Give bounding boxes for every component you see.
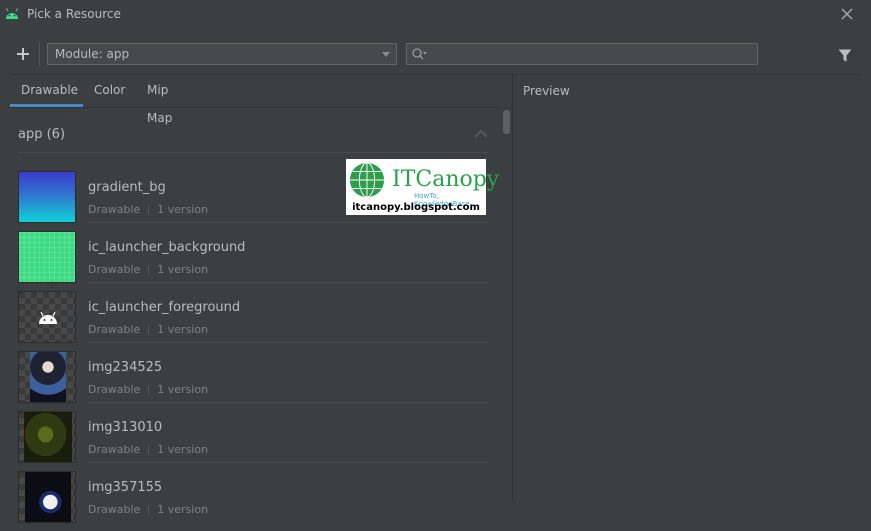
resource-versions: 1 version [157, 383, 209, 396]
resource-type: Drawable [88, 323, 141, 336]
gradient-thumbnail [18, 171, 76, 223]
image-thumbnail [18, 471, 76, 523]
item-divider [88, 462, 488, 463]
panel-splitter[interactable] [512, 75, 513, 501]
tab-drawable[interactable]: Drawable [21, 76, 78, 106]
resource-name: img357155 [88, 480, 163, 495]
preview-label: Preview [523, 84, 570, 98]
resource-type: Drawable [88, 263, 141, 276]
resource-name: ic_launcher_foreground [88, 300, 241, 315]
toolbar-divider [39, 42, 40, 66]
resource-versions: 1 version [157, 323, 209, 336]
list-item[interactable]: img313010 Drawable 1 version [18, 411, 488, 471]
search-icon[interactable] [411, 47, 427, 61]
module-dropdown[interactable]: Module: app [47, 43, 397, 65]
list-item[interactable]: img357155 Drawable 1 version [18, 471, 488, 531]
list-scrollbar[interactable] [503, 110, 510, 134]
watermark-brand: ITCanopy [392, 167, 500, 192]
resource-name: img234525 [88, 360, 163, 375]
resource-versions: 1 version [157, 263, 209, 276]
add-resource-button[interactable] [14, 45, 32, 63]
list-item[interactable]: ic_launcher_background Drawable 1 version [18, 231, 488, 291]
resource-type: Drawable [88, 443, 141, 456]
android-logo-icon [6, 8, 18, 19]
resource-name: gradient_bg [88, 180, 166, 195]
resource-meta: Drawable 1 version [88, 383, 208, 396]
tab-color[interactable]: Color [94, 76, 125, 106]
item-divider [88, 282, 488, 283]
watermark-url: itcanopy.blogspot.com [352, 202, 480, 213]
dragon-image [24, 412, 72, 462]
resource-meta: Drawable 1 version [88, 443, 208, 456]
resource-type: Drawable [88, 503, 141, 516]
item-divider [88, 402, 488, 403]
filter-icon[interactable] [838, 49, 852, 62]
resource-versions: 1 version [157, 503, 209, 516]
toolbar-bottom-divider [10, 74, 861, 75]
group-header-divider [18, 152, 488, 153]
resource-versions: 1 version [157, 443, 209, 456]
chevron-down-icon [382, 52, 390, 57]
close-icon[interactable] [839, 6, 855, 22]
resource-type: Drawable [88, 383, 141, 396]
anime-character-image [30, 352, 66, 402]
resource-meta: Drawable 1 version [88, 203, 208, 216]
resource-name: img313010 [88, 420, 163, 435]
item-divider [88, 222, 488, 223]
toolbar: Module: app [0, 38, 871, 72]
search-input[interactable] [406, 43, 758, 65]
resource-meta: Drawable 1 version [88, 323, 208, 336]
launcher-foreground-thumbnail [18, 291, 76, 343]
list-item[interactable]: img234525 Drawable 1 version [18, 351, 488, 411]
launcher-background-thumbnail [18, 231, 76, 283]
tab-mip-map[interactable]: Mip Map [147, 76, 172, 125]
anime-character-image [25, 472, 71, 522]
globe-icon [349, 162, 385, 198]
resource-meta: Drawable 1 version [88, 263, 208, 276]
image-thumbnail [18, 351, 76, 403]
resource-meta: Drawable 1 version [88, 503, 208, 516]
title-bar: Pick a Resource [0, 0, 871, 30]
resource-versions: 1 version [157, 203, 209, 216]
item-divider [88, 342, 488, 343]
chevron-up-icon[interactable] [474, 129, 488, 139]
resource-type: Drawable [88, 203, 141, 216]
image-thumbnail [18, 411, 76, 463]
active-tab-indicator [10, 104, 83, 107]
module-dropdown-label: Module: app [55, 47, 130, 61]
android-head-icon [39, 311, 57, 324]
window-title: Pick a Resource [27, 7, 121, 21]
resource-name: ic_launcher_background [88, 240, 246, 255]
group-header[interactable]: app (6) [18, 127, 65, 142]
list-item[interactable]: ic_launcher_foreground Drawable 1 version [18, 291, 488, 351]
watermark-logo: ITCanopy HowTo, KnowledgeBase itcanopy.b… [346, 159, 499, 215]
tabs-bottom-divider [10, 107, 502, 108]
